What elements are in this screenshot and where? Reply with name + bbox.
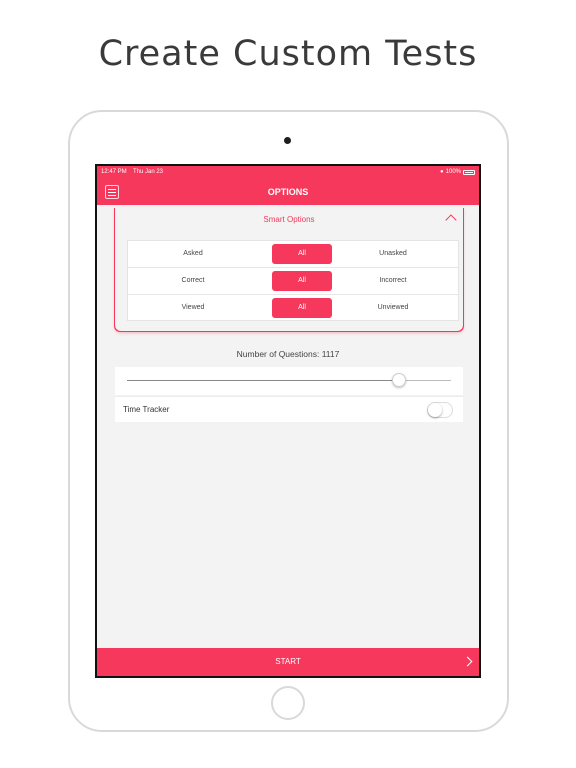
nav-title: OPTIONS <box>267 187 309 197</box>
status-bar: 12:47 PM Thu Jan 23 ● 100% <box>97 166 479 179</box>
option-unasked[interactable]: Unasked <box>328 241 458 267</box>
wifi-icon: ● <box>440 169 444 175</box>
option-row-viewed: Viewed All Unviewed <box>128 295 458 322</box>
status-date: Thu Jan 23 <box>133 169 164 175</box>
smart-options-table: Asked All Unasked Correct All Incorrect … <box>127 240 459 321</box>
option-correct-all[interactable]: All <box>272 271 332 291</box>
menu-icon[interactable] <box>105 185 119 199</box>
smart-options-card: Smart Options Asked All Unasked Correct … <box>115 207 463 331</box>
option-viewed-all[interactable]: All <box>272 298 332 318</box>
page-headline: Create Custom Tests <box>98 34 478 74</box>
home-button <box>271 686 305 720</box>
smart-options-title[interactable]: Smart Options <box>115 215 463 224</box>
option-row-asked: Asked All Unasked <box>128 241 458 268</box>
nav-bar: OPTIONS <box>97 179 479 205</box>
slider-thumb[interactable] <box>392 373 407 387</box>
option-unviewed[interactable]: Unviewed <box>328 295 458 321</box>
number-of-questions-label: Number of Questions: 1117 <box>236 349 340 359</box>
option-row-correct: Correct All Incorrect <box>128 268 458 295</box>
time-tracker-label: Time Tracker <box>123 405 170 414</box>
slider-fill <box>127 380 400 381</box>
status-time: 12:47 PM <box>101 169 127 175</box>
option-correct[interactable]: Correct <box>128 268 258 294</box>
option-viewed[interactable]: Viewed <box>128 295 258 321</box>
start-label: START <box>275 657 301 666</box>
camera-dot <box>284 137 291 144</box>
option-asked[interactable]: Asked <box>128 241 258 267</box>
status-right: ● 100% <box>440 166 475 179</box>
option-incorrect[interactable]: Incorrect <box>328 268 458 294</box>
battery-percent: 100% <box>445 169 461 175</box>
battery-icon <box>463 170 475 175</box>
time-tracker-row: Time Tracker <box>115 396 463 422</box>
toggle-knob <box>428 403 442 417</box>
time-tracker-toggle[interactable] <box>427 402 453 418</box>
option-asked-all[interactable]: All <box>272 244 332 264</box>
questions-slider-card <box>115 367 463 395</box>
app-screen: 12:47 PM Thu Jan 23 ● 100% OPTIONS Smart… <box>95 164 481 678</box>
start-button[interactable]: START <box>97 648 479 676</box>
